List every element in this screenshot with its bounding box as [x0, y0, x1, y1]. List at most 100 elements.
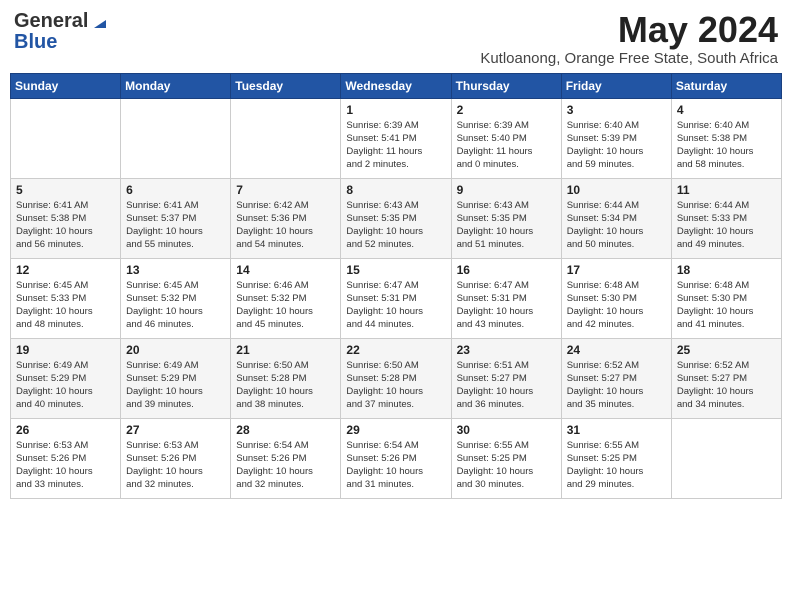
calendar-cell: 9 Sunrise: 6:43 AMSunset: 5:35 PMDaylight… [451, 178, 561, 258]
month-title: May 2024 [480, 10, 778, 50]
calendar-cell: 20 Sunrise: 6:49 AMSunset: 5:29 PMDayligh… [121, 338, 231, 418]
logo: General Blue [14, 10, 106, 54]
weekday-header-row: SundayMondayTuesdayWednesdayThursdayFrid… [11, 73, 782, 98]
calendar-cell: 29 Sunrise: 6:54 AMSunset: 5:26 PMDayligh… [341, 418, 451, 498]
calendar-cell: 19Sunrise: 6:49 AMSunset: 5:29 PMDayligh… [11, 338, 121, 418]
calendar-cell: 6 Sunrise: 6:41 AMSunset: 5:37 PMDaylight… [121, 178, 231, 258]
calendar-cell: 27 Sunrise: 6:53 AMSunset: 5:26 PMDayligh… [121, 418, 231, 498]
calendar-cell: 13Sunrise: 6:45 AMSunset: 5:32 PMDayligh… [121, 258, 231, 338]
day-number: 1 [346, 103, 445, 117]
calendar-cell: 8 Sunrise: 6:43 AMSunset: 5:35 PMDaylight… [341, 178, 451, 258]
calendar-cell: 30 Sunrise: 6:55 AMSunset: 5:25 PMDayligh… [451, 418, 561, 498]
calendar-cell: 22Sunrise: 6:50 AMSunset: 5:28 PMDayligh… [341, 338, 451, 418]
day-number: 31 [567, 423, 666, 437]
day-info: Sunrise: 6:44 AMSunset: 5:33 PMDaylight:… [677, 199, 776, 252]
week-row-3: 12 Sunrise: 6:45 AMSunset: 5:33 PMDayligh… [11, 258, 782, 338]
day-number: 12 [16, 263, 115, 277]
day-info: Sunrise: 6:47 AMSunset: 5:31 PMDaylight:… [346, 279, 445, 332]
calendar-cell: 15 Sunrise: 6:47 AMSunset: 5:31 PMDayligh… [341, 258, 451, 338]
logo-triangle-icon [90, 14, 106, 30]
week-row-1: 1Sunrise: 6:39 AMSunset: 5:41 PMDaylight… [11, 98, 782, 178]
calendar-cell [231, 98, 341, 178]
calendar-cell: 23 Sunrise: 6:51 AMSunset: 5:27 PMDayligh… [451, 338, 561, 418]
day-number: 11 [677, 183, 776, 197]
calendar-cell: 3 Sunrise: 6:40 AMSunset: 5:39 PMDaylight… [561, 98, 671, 178]
day-info: Sunrise: 6:54 AMSunset: 5:26 PMDaylight:… [346, 439, 445, 492]
day-number: 23 [457, 343, 556, 357]
day-info: Sunrise: 6:55 AMSunset: 5:25 PMDaylight:… [457, 439, 556, 492]
day-number: 18 [677, 263, 776, 277]
day-info: Sunrise: 6:44 AMSunset: 5:34 PMDaylight:… [567, 199, 666, 252]
day-info: Sunrise: 6:53 AMSunset: 5:26 PMDaylight:… [126, 439, 225, 492]
calendar-cell [671, 418, 781, 498]
calendar-cell: 21Sunrise: 6:50 AMSunset: 5:28 PMDayligh… [231, 338, 341, 418]
day-number: 8 [346, 183, 445, 197]
day-number: 7 [236, 183, 335, 197]
day-info: Sunrise: 6:43 AMSunset: 5:35 PMDaylight:… [457, 199, 556, 252]
day-number: 3 [567, 103, 666, 117]
day-number: 13 [126, 263, 225, 277]
day-number: 17 [567, 263, 666, 277]
calendar-cell [11, 98, 121, 178]
day-info: Sunrise: 6:45 AMSunset: 5:33 PMDaylight:… [16, 279, 115, 332]
day-number: 5 [16, 183, 115, 197]
location-title: Kutloanong, Orange Free State, South Afr… [480, 50, 778, 67]
day-info: Sunrise: 6:41 AMSunset: 5:38 PMDaylight:… [16, 199, 115, 252]
day-info: Sunrise: 6:49 AMSunset: 5:29 PMDaylight:… [126, 359, 225, 412]
day-number: 29 [346, 423, 445, 437]
day-number: 21 [236, 343, 335, 357]
day-number: 25 [677, 343, 776, 357]
calendar-cell: 10 Sunrise: 6:44 AMSunset: 5:34 PMDayligh… [561, 178, 671, 258]
weekday-header-monday: Monday [121, 73, 231, 98]
day-info: Sunrise: 6:48 AMSunset: 5:30 PMDaylight:… [567, 279, 666, 332]
calendar-cell: 1Sunrise: 6:39 AMSunset: 5:41 PMDaylight… [341, 98, 451, 178]
weekday-header-sunday: Sunday [11, 73, 121, 98]
day-info: Sunrise: 6:53 AMSunset: 5:26 PMDaylight:… [16, 439, 115, 492]
calendar-cell: 17 Sunrise: 6:48 AMSunset: 5:30 PMDayligh… [561, 258, 671, 338]
day-number: 20 [126, 343, 225, 357]
calendar-cell: 5 Sunrise: 6:41 AMSunset: 5:38 PMDaylight… [11, 178, 121, 258]
day-info: Sunrise: 6:52 AMSunset: 5:27 PMDaylight:… [567, 359, 666, 412]
logo-general: General [14, 10, 88, 33]
calendar-cell: 31Sunrise: 6:55 AMSunset: 5:25 PMDayligh… [561, 418, 671, 498]
day-info: Sunrise: 6:43 AMSunset: 5:35 PMDaylight:… [346, 199, 445, 252]
weekday-header-friday: Friday [561, 73, 671, 98]
day-number: 27 [126, 423, 225, 437]
calendar-cell: 18Sunrise: 6:48 AMSunset: 5:30 PMDayligh… [671, 258, 781, 338]
day-info: Sunrise: 6:51 AMSunset: 5:27 PMDaylight:… [457, 359, 556, 412]
calendar-cell: 11 Sunrise: 6:44 AMSunset: 5:33 PMDayligh… [671, 178, 781, 258]
calendar-cell: 14 Sunrise: 6:46 AMSunset: 5:32 PMDayligh… [231, 258, 341, 338]
day-number: 28 [236, 423, 335, 437]
day-number: 14 [236, 263, 335, 277]
calendar-cell: 2 Sunrise: 6:39 AMSunset: 5:40 PMDaylight… [451, 98, 561, 178]
weekday-header-thursday: Thursday [451, 73, 561, 98]
weekday-header-wednesday: Wednesday [341, 73, 451, 98]
calendar-table: SundayMondayTuesdayWednesdayThursdayFrid… [10, 73, 782, 499]
week-row-4: 19Sunrise: 6:49 AMSunset: 5:29 PMDayligh… [11, 338, 782, 418]
day-number: 10 [567, 183, 666, 197]
weekday-header-tuesday: Tuesday [231, 73, 341, 98]
day-number: 2 [457, 103, 556, 117]
calendar-cell: 28Sunrise: 6:54 AMSunset: 5:26 PMDayligh… [231, 418, 341, 498]
calendar-cell: 16Sunrise: 6:47 AMSunset: 5:31 PMDayligh… [451, 258, 561, 338]
calendar-cell: 4Sunrise: 6:40 AMSunset: 5:38 PMDaylight… [671, 98, 781, 178]
week-row-5: 26Sunrise: 6:53 AMSunset: 5:26 PMDayligh… [11, 418, 782, 498]
day-info: Sunrise: 6:41 AMSunset: 5:37 PMDaylight:… [126, 199, 225, 252]
calendar-cell: 26Sunrise: 6:53 AMSunset: 5:26 PMDayligh… [11, 418, 121, 498]
logo-blue: Blue [14, 31, 57, 54]
day-number: 24 [567, 343, 666, 357]
calendar-cell: 12 Sunrise: 6:45 AMSunset: 5:33 PMDayligh… [11, 258, 121, 338]
day-number: 30 [457, 423, 556, 437]
day-info: Sunrise: 6:39 AMSunset: 5:40 PMDaylight:… [457, 119, 556, 172]
week-row-2: 5 Sunrise: 6:41 AMSunset: 5:38 PMDaylight… [11, 178, 782, 258]
calendar-cell: 24 Sunrise: 6:52 AMSunset: 5:27 PMDayligh… [561, 338, 671, 418]
day-info: Sunrise: 6:50 AMSunset: 5:28 PMDaylight:… [346, 359, 445, 412]
calendar-cell: 25Sunrise: 6:52 AMSunset: 5:27 PMDayligh… [671, 338, 781, 418]
calendar-cell: 7Sunrise: 6:42 AMSunset: 5:36 PMDaylight… [231, 178, 341, 258]
day-info: Sunrise: 6:40 AMSunset: 5:39 PMDaylight:… [567, 119, 666, 172]
weekday-header-saturday: Saturday [671, 73, 781, 98]
day-number: 15 [346, 263, 445, 277]
day-info: Sunrise: 6:46 AMSunset: 5:32 PMDaylight:… [236, 279, 335, 332]
day-number: 9 [457, 183, 556, 197]
day-number: 6 [126, 183, 225, 197]
